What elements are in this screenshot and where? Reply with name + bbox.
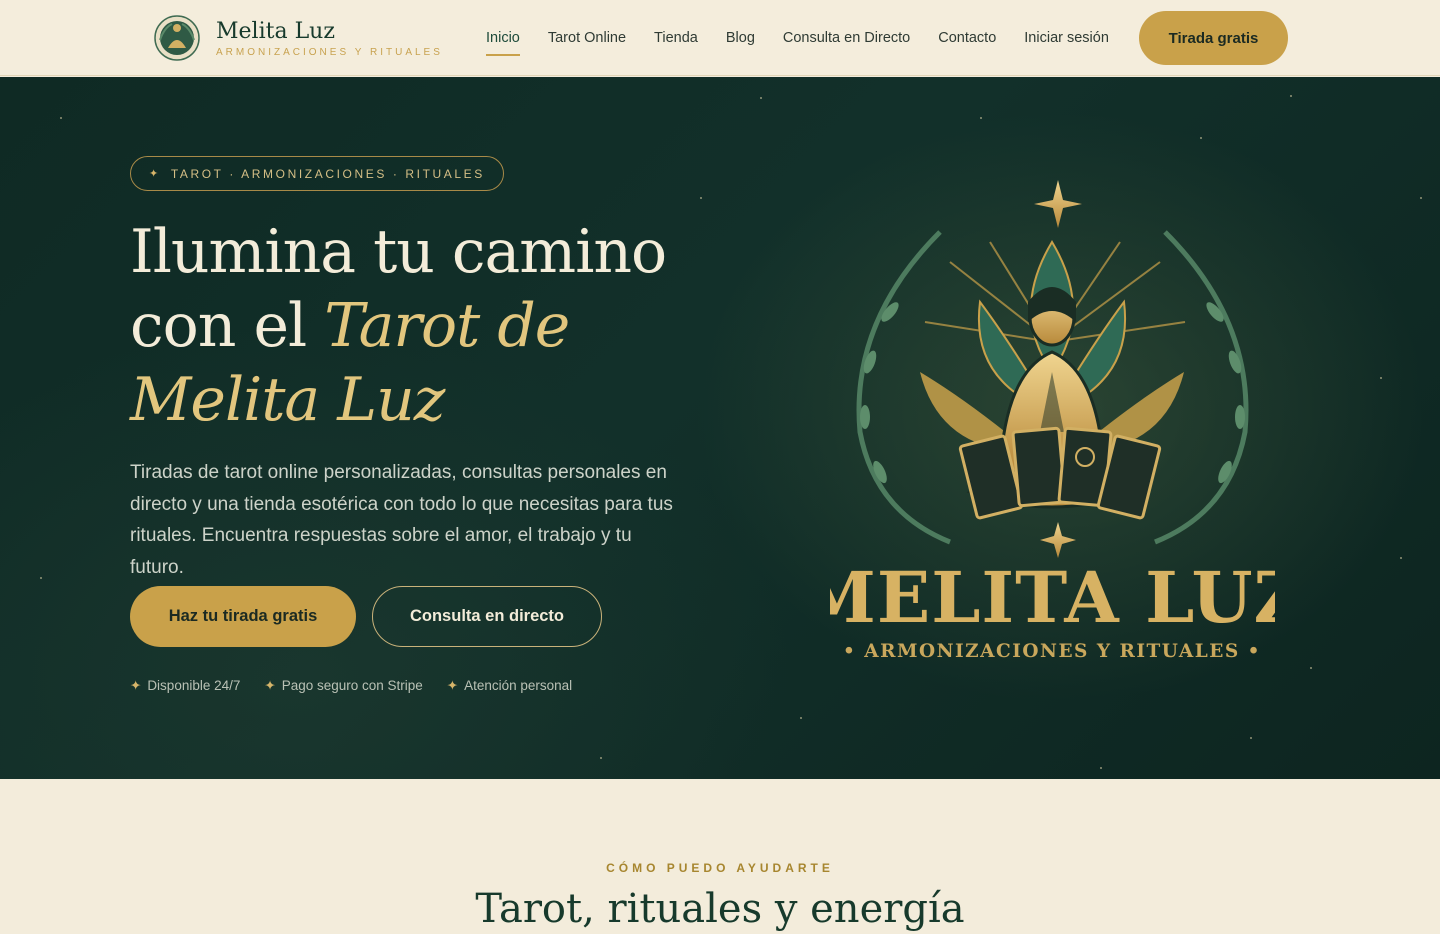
free-reading-hero-button[interactable]: Haz tu tirada gratis	[130, 586, 356, 647]
hero-badge: ✦ TAROT · ARMONIZACIONES · RITUALES	[130, 156, 504, 191]
sparkle-icon: ✦	[264, 678, 276, 693]
hero-badge-text: TAROT · ARMONIZACIONES · RITUALES	[170, 166, 485, 181]
nav-item-tienda[interactable]: Tienda	[654, 24, 698, 52]
sparkle-icon: ✦	[446, 678, 459, 693]
brand-tagline: ARMONIZACIONES Y RITUALES	[216, 46, 443, 58]
brand[interactable]: Melita Luz ARMONIZACIONES Y RITUALES	[150, 14, 443, 62]
melita-luz-emblem: MELITA LUZ • ARMONIZACIONES Y RITUALES •	[830, 180, 1275, 662]
star-dot	[1400, 557, 1402, 559]
section-kicker: CÓMO PUEDO AYUDARTE	[606, 861, 834, 875]
bottom-star-icon	[1040, 522, 1076, 558]
star-dot	[600, 757, 602, 759]
hero-feature-text: Pago seguro con Stripe	[281, 678, 423, 693]
star-dot	[1200, 137, 1202, 139]
star-dot	[700, 197, 702, 199]
top-star-icon	[1034, 180, 1082, 228]
star-dot	[40, 577, 42, 579]
nav-item-contacto[interactable]: Contacto	[938, 24, 996, 52]
star-dot	[1310, 667, 1312, 669]
star-dot	[980, 117, 982, 119]
free-reading-button[interactable]: Tirada gratis	[1139, 11, 1288, 65]
nav-item-consulta-en-directo[interactable]: Consulta en Directo	[783, 24, 910, 52]
star-dot	[1250, 737, 1252, 739]
hero-section: ✦ TAROT · ARMONIZACIONES · RITUALES Ilum…	[0, 77, 1440, 779]
hero-feature-text: Atención personal	[464, 678, 573, 693]
sparkle-icon: ✦	[130, 678, 142, 693]
nav-item-tarot-online[interactable]: Tarot Online	[548, 24, 626, 52]
hero-feature: ✦ Atención personal	[447, 678, 572, 694]
star-dot	[1380, 377, 1382, 379]
brand-logo-icon	[154, 15, 200, 61]
hero-title: Ilumina tu camino con el Tarot de Melita…	[130, 215, 750, 437]
star-dot	[1290, 95, 1292, 97]
nav-item-blog[interactable]: Blog	[726, 24, 755, 52]
site-header: Melita Luz ARMONIZACIONES Y RITUALES Ini…	[0, 0, 1440, 76]
hero-features: ✦ Disponible 24/7 ✦ Pago seguro con Stripe ✦…	[130, 678, 596, 694]
hero-lead: Tiradas de tarot online personalizadas, …	[130, 462, 673, 578]
main-nav: Inicio Tarot Online Tienda Blog Consulta en …	[486, 0, 1137, 76]
live-consult-button[interactable]: Consulta en directo	[372, 586, 602, 647]
star-dot	[1420, 197, 1422, 199]
hero-feature: ✦ Pago seguro con Stripe	[264, 678, 422, 694]
star-dot	[1100, 767, 1102, 769]
emblem-subtitle: • ARMONIZACIONES Y RITUALES •	[843, 641, 1261, 662]
star-dot	[800, 717, 802, 719]
emblem-name: MELITA LUZ	[830, 556, 1275, 639]
nav-item-iniciar-sesi-n[interactable]: Iniciar sesión	[1024, 24, 1109, 52]
sparkle-icon: ✦	[149, 168, 161, 180]
section-title: Tarot, rituales y energía	[475, 886, 965, 932]
hero-feature: ✦ Disponible 24/7	[130, 678, 240, 694]
star-dot	[760, 97, 762, 99]
nav-item-inicio[interactable]: Inicio	[486, 24, 520, 56]
star-dot	[60, 117, 62, 119]
brand-name: Melita Luz	[216, 18, 335, 44]
hero-feature-text: Disponible 24/7	[147, 678, 241, 693]
